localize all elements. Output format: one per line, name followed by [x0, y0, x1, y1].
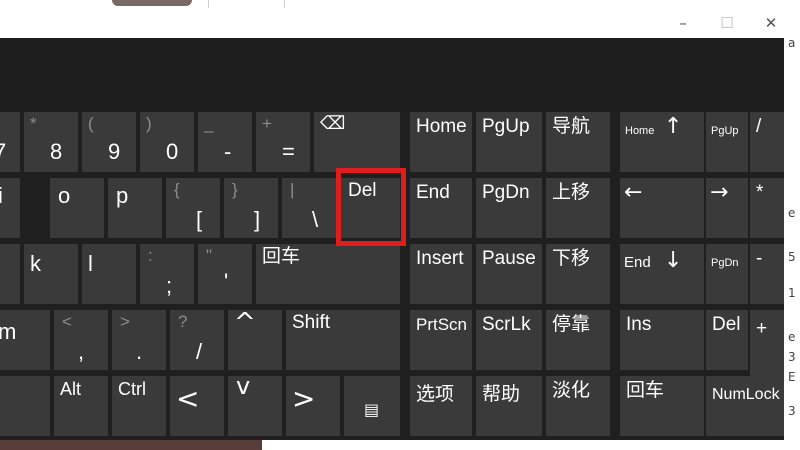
arrow-down-icon: v — [236, 376, 251, 400]
background-divider — [284, 0, 285, 8]
key-fade[interactable]: 淡化 — [546, 376, 610, 436]
keyboard-toolbar — [0, 38, 784, 108]
key-arrow-down[interactable]: v — [228, 376, 282, 436]
menu-icon: ▤ — [364, 400, 380, 419]
key-9[interactable]: ( 9 — [82, 112, 136, 172]
key-o[interactable]: o — [50, 178, 104, 238]
background-char: 3 — [788, 350, 796, 364]
key-j[interactable] — [0, 244, 20, 304]
key-right-bracket[interactable]: } ] — [224, 178, 278, 238]
key-left-bracket[interactable]: { [ — [166, 178, 220, 238]
key-7[interactable]: 7 — [0, 112, 20, 172]
key-0[interactable]: ) 0 — [140, 112, 194, 172]
background-char: 5 — [788, 250, 796, 264]
key-end[interactable]: End — [410, 178, 472, 238]
keyboard-area: 7 * 8 ( 9 ) 0 _ - + = ⌫ i o p {[}] | … — [0, 108, 784, 440]
minimize-button[interactable]: – — [660, 8, 706, 38]
arrow-left-icon: ← — [624, 180, 643, 205]
key-insert[interactable]: Insert — [410, 244, 472, 304]
key-home[interactable]: Home — [410, 112, 472, 172]
background-char: a — [788, 36, 796, 50]
key-alt[interactable]: Alt — [54, 376, 108, 436]
background-bottom-strip-light — [262, 440, 800, 450]
close-button[interactable]: ✕ — [748, 8, 784, 38]
key-print-screen[interactable]: PrtScn — [410, 310, 472, 370]
key-quote[interactable]: " ' — [198, 244, 252, 304]
key-move-up[interactable]: 上移 — [546, 178, 610, 238]
numpad-down[interactable]: ↓ — [662, 244, 704, 304]
numpad-enter[interactable]: 回车 — [620, 376, 704, 436]
arrow-up-icon: ^ — [234, 310, 256, 338]
numpad-end[interactable]: End — [620, 244, 662, 304]
key-page-up[interactable]: PgUp — [476, 112, 542, 172]
key-context-menu[interactable]: ▤ — [344, 376, 400, 436]
key-arrow-left[interactable]: < — [170, 376, 224, 436]
key-page-down[interactable]: PgDn — [476, 178, 542, 238]
maximize-icon: ☐ — [720, 14, 734, 32]
key-l[interactable]: l — [82, 244, 136, 304]
key-ctrl[interactable]: Ctrl — [112, 376, 166, 436]
key-equals[interactable]: + = — [256, 112, 310, 172]
background-divider — [208, 0, 209, 8]
key-backslash[interactable]: | \ — [282, 178, 336, 238]
key-k[interactable]: k — [24, 244, 78, 304]
key-period[interactable]: > . — [112, 310, 166, 370]
minimize-icon: – — [679, 14, 687, 32]
background-char: e — [788, 206, 796, 220]
arrow-down-icon: ↓ — [664, 248, 683, 273]
key-shift[interactable]: Shift — [286, 310, 400, 370]
key-fn[interactable] — [0, 376, 50, 436]
numpad-multiply[interactable]: * — [750, 178, 784, 238]
backspace-icon: ⌫ — [320, 113, 346, 133]
key-slash[interactable]: ? / — [170, 310, 224, 370]
arrow-right-icon: → — [710, 180, 729, 205]
key-comma[interactable]: < , — [54, 310, 108, 370]
key-enter[interactable]: 回车 — [256, 244, 400, 304]
arrow-up-icon: ↑ — [664, 114, 683, 139]
key-minus[interactable]: _ - — [198, 112, 252, 172]
key-8[interactable]: * 8 — [24, 112, 78, 172]
arrow-right-icon: > — [292, 382, 316, 415]
background-char: e — [788, 330, 796, 344]
numpad-minus[interactable]: - — [750, 244, 784, 304]
key-scroll-lock[interactable]: ScrLk — [476, 310, 542, 370]
numpad-delete[interactable]: Del — [706, 310, 748, 370]
arrow-left-icon: < — [176, 382, 200, 415]
key-i[interactable]: i — [0, 178, 20, 238]
key-p[interactable]: p — [108, 178, 162, 238]
numpad-left[interactable]: ← — [620, 178, 704, 238]
key-help[interactable]: 帮助 — [476, 376, 542, 436]
background-document-edge: a e 5 1 e 3 E 3 — [784, 0, 800, 450]
maximize-button[interactable]: ☐ — [704, 8, 750, 38]
title-bar: – ☐ ✕ — [0, 8, 784, 38]
del-key-highlight-box — [336, 168, 406, 246]
numpad-right[interactable]: → — [706, 178, 748, 238]
background-char: 3 — [788, 404, 796, 418]
key-m[interactable]: m — [0, 310, 50, 370]
key-nav[interactable]: 导航 — [546, 112, 610, 172]
key-arrow-up[interactable]: ^ — [228, 310, 282, 370]
key-arrow-right[interactable]: > — [286, 376, 340, 436]
key-move-down[interactable]: 下移 — [546, 244, 610, 304]
key-backspace[interactable]: ⌫ — [314, 112, 400, 172]
numpad-up[interactable]: ↑ — [662, 112, 704, 172]
numpad-page-up[interactable]: PgUp — [706, 112, 748, 172]
key-semicolon[interactable]: : ; — [140, 244, 194, 304]
numpad-insert[interactable]: Ins — [620, 310, 704, 370]
key-pause[interactable]: Pause — [476, 244, 542, 304]
numpad-divide[interactable]: / — [750, 112, 784, 172]
key-options[interactable]: 选项 — [410, 376, 472, 436]
numpad-numlock[interactable]: NumLock — [706, 376, 784, 436]
key-dock[interactable]: 停靠 — [546, 310, 610, 370]
numpad-page-down[interactable]: PgDn — [706, 244, 748, 304]
background-char: 1 — [788, 286, 796, 300]
numpad-home[interactable]: Home — [620, 112, 662, 172]
background-char: E — [788, 370, 796, 384]
background-avatar — [112, 0, 192, 6]
close-icon: ✕ — [764, 14, 778, 32]
